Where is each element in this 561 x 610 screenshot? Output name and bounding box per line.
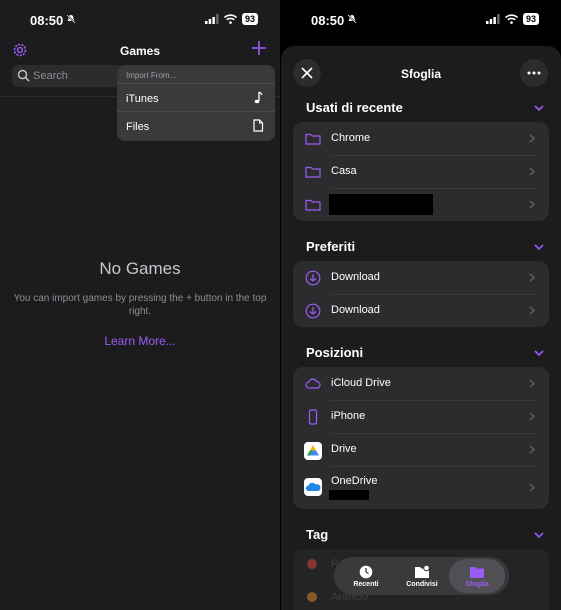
favorites-list: Download Download <box>293 261 549 327</box>
more-button[interactable] <box>520 59 548 87</box>
list-item-redacted[interactable] <box>293 188 549 221</box>
locations-list: iCloud Drive iPhone Drive OneDrive <box>293 367 549 509</box>
chevron-right-icon <box>529 167 535 176</box>
download-icon <box>305 303 321 319</box>
item-label: Chrome <box>331 132 371 144</box>
search-icon <box>17 69 30 82</box>
chevron-right-icon <box>529 134 535 143</box>
status-time: 08:50 <box>311 13 345 28</box>
status-icons: 93 <box>485 13 539 25</box>
chevron-down-icon[interactable] <box>534 244 544 251</box>
list-item-download[interactable]: Download <box>293 294 549 327</box>
list-item-casa[interactable]: Casa <box>293 155 549 188</box>
empty-state-title: No Games <box>99 259 181 278</box>
tab-bar: Recenti Condivisi Sfoglia <box>334 557 509 595</box>
item-label: OneDrive <box>331 475 378 487</box>
shared-folder-icon <box>415 565 430 578</box>
item-label: iCloud Drive <box>331 377 391 389</box>
item-label: Casa <box>331 165 357 177</box>
menu-item-label: Files <box>126 121 150 133</box>
recent-list: Chrome Casa <box>293 122 549 221</box>
folder-icon <box>305 166 321 178</box>
import-menu-header: Import From... <box>117 65 275 84</box>
list-item-iphone[interactable]: iPhone <box>293 400 549 433</box>
chevron-right-icon <box>529 273 535 282</box>
wifi-icon <box>223 14 237 24</box>
battery-indicator: 93 <box>522 13 539 25</box>
browse-sheet: Sfoglia Usati di recente Chrome Casa Pre… <box>281 46 561 610</box>
cellular-signal-icon <box>204 14 219 24</box>
clock-icon <box>359 565 373 579</box>
list-item-chrome[interactable]: Chrome <box>293 122 549 155</box>
wifi-icon <box>504 14 518 24</box>
tab-label: Recenti <box>353 581 379 588</box>
google-drive-icon <box>304 442 322 460</box>
section-tags-title: Tag <box>306 527 329 542</box>
chevron-down-icon[interactable] <box>534 532 544 539</box>
list-item-download[interactable]: Download <box>293 261 549 294</box>
import-itunes-item[interactable]: iTunes <box>117 84 275 112</box>
tab-label: Sfoglia <box>465 581 489 588</box>
section-recent-title: Usati di recente <box>306 100 403 115</box>
redacted-block <box>329 194 433 215</box>
cloud-icon <box>305 378 321 389</box>
section-favorites-title: Preferiti <box>306 239 356 254</box>
list-item-onedrive[interactable]: OneDrive <box>293 466 549 509</box>
tab-label: Condivisi <box>406 581 438 588</box>
music-note-icon <box>254 91 263 104</box>
status-icons: 93 <box>204 13 258 25</box>
list-item-drive[interactable]: Drive <box>293 433 549 466</box>
document-icon <box>253 119 264 132</box>
status-bar: 08:50 93 <box>281 0 561 40</box>
chevron-down-icon[interactable] <box>534 350 544 357</box>
search-placeholder: Search <box>33 70 68 82</box>
chevron-right-icon <box>529 306 535 315</box>
item-label: iPhone <box>331 410 366 422</box>
onedrive-icon <box>304 478 322 496</box>
add-icon[interactable] <box>251 40 267 56</box>
chevron-down-icon[interactable] <box>534 105 544 112</box>
tab-condivisi[interactable]: Condivisi <box>394 559 450 593</box>
page-title: Games <box>119 44 161 58</box>
empty-state-message: You can import games by pressing the + b… <box>13 293 267 317</box>
sheet-title: Sfoglia <box>400 67 441 81</box>
bell-muted-icon <box>347 14 357 24</box>
chevron-right-icon <box>529 445 535 454</box>
menu-item-label: iTunes <box>126 93 159 105</box>
iphone-icon <box>308 409 318 425</box>
learn-more-link[interactable]: Learn More... <box>0 334 280 348</box>
chevron-right-icon <box>529 200 535 209</box>
cellular-signal-icon <box>485 14 500 24</box>
red-tag-dot <box>307 559 317 569</box>
tab-recenti[interactable]: Recenti <box>338 559 394 593</box>
list-item-icloud-drive[interactable]: iCloud Drive <box>293 367 549 400</box>
orange-tag-dot <box>307 592 317 602</box>
redacted-block <box>329 490 369 500</box>
chevron-right-icon <box>529 412 535 421</box>
item-label: Download <box>331 304 380 316</box>
folder-icon <box>305 133 321 145</box>
bell-muted-icon <box>66 14 76 24</box>
download-icon <box>305 270 321 286</box>
games-app-pane: 08:50 93 Games Search Import From... iTu… <box>0 0 280 610</box>
chevron-right-icon <box>529 483 535 492</box>
status-bar: 08:50 93 <box>0 0 280 40</box>
files-browser-pane: 08:50 93 Sfoglia Usati di recente Chrome <box>281 0 561 610</box>
battery-indicator: 93 <box>241 13 258 25</box>
chevron-right-icon <box>529 379 535 388</box>
ellipsis-icon <box>527 71 541 75</box>
item-label: Download <box>331 271 380 283</box>
search-input[interactable]: Search <box>12 65 124 87</box>
item-label: Drive <box>331 443 357 455</box>
section-locations-title: Posizioni <box>306 345 364 360</box>
tab-sfoglia[interactable]: Sfoglia <box>449 559 505 593</box>
folder-icon <box>470 567 484 578</box>
import-menu: Import From... iTunes Files <box>117 65 275 141</box>
folder-icon <box>305 199 321 211</box>
status-time: 08:50 <box>30 13 64 28</box>
import-files-item[interactable]: Files <box>117 112 275 140</box>
navigation-bar: Games <box>0 40 280 62</box>
